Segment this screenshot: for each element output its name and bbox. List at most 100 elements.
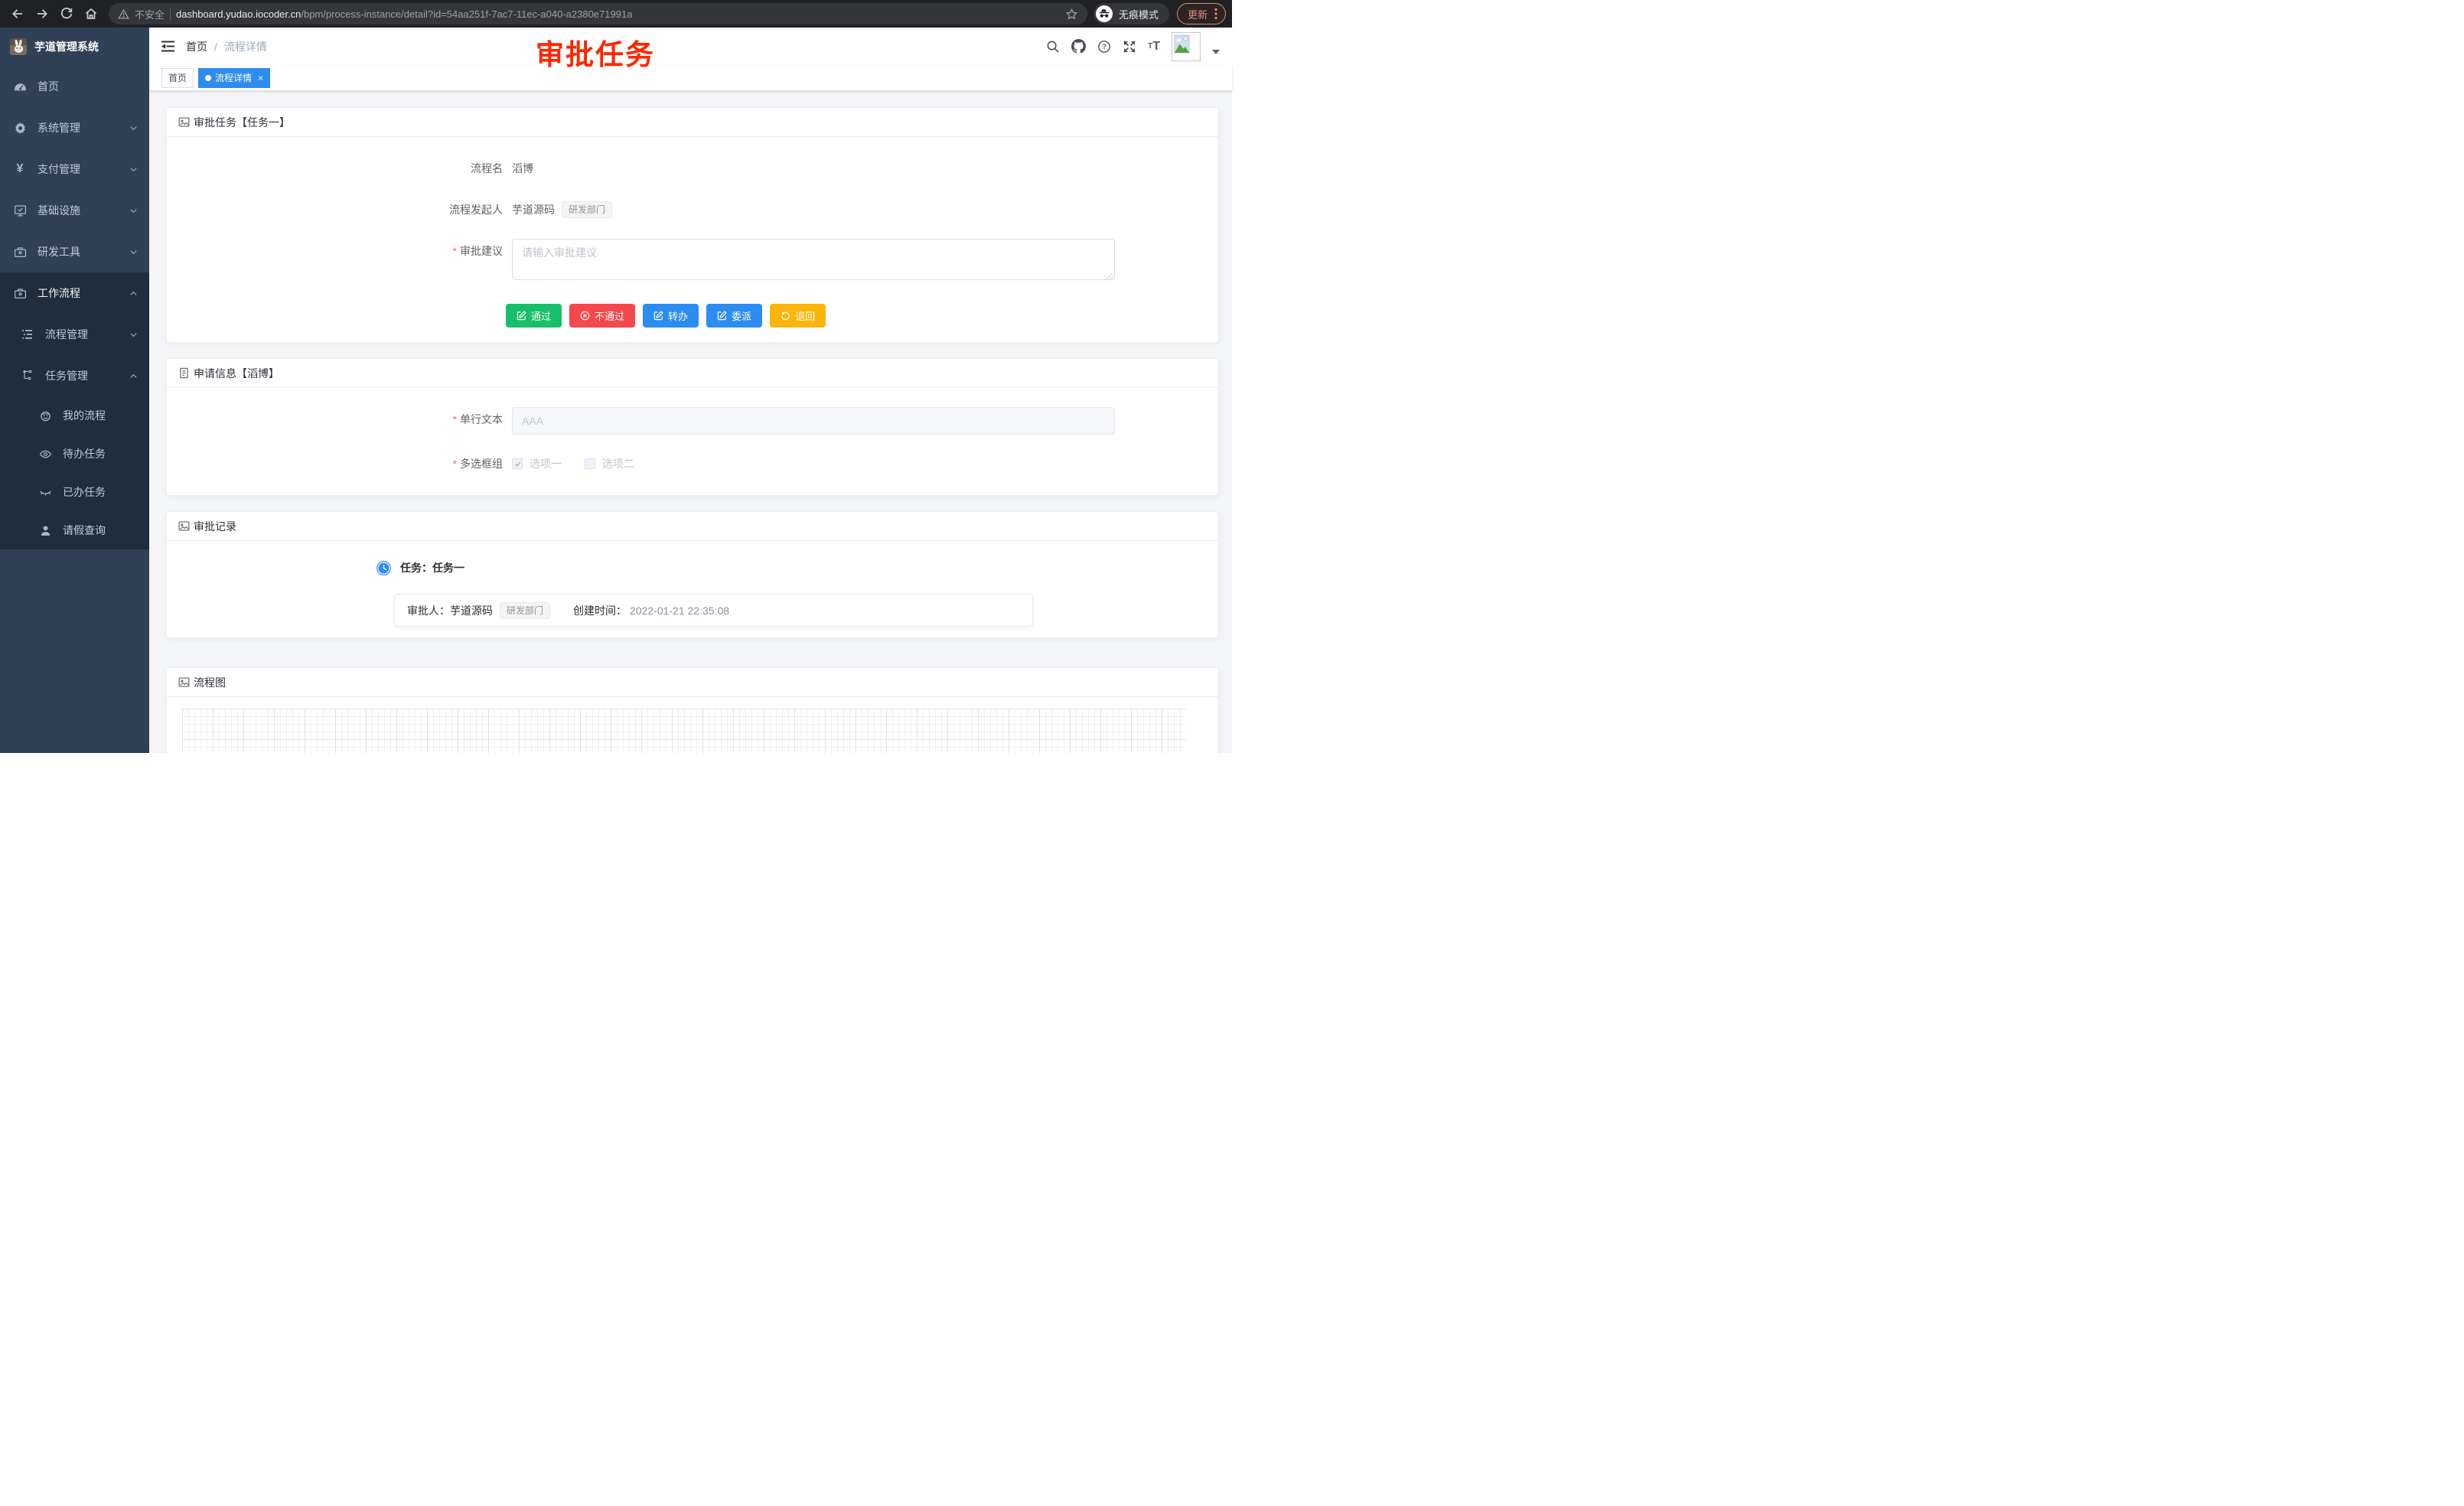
breadcrumb: 首页 / 流程详情 <box>186 39 267 54</box>
browser-reload-button[interactable] <box>55 2 78 25</box>
sidebar-item-infra[interactable]: 基础设施 <box>0 190 149 231</box>
sidebar-item-label: 请假查询 <box>63 523 106 538</box>
url-text: dashboard.yudao.iocoder.cn/bpm/process-i… <box>176 8 632 20</box>
sidebar-item-workflow[interactable]: 工作流程 <box>0 272 149 314</box>
dashboard-icon <box>11 80 28 93</box>
app-logo <box>10 38 27 55</box>
single-text-row: 单行文本 <box>182 407 1203 435</box>
close-icon[interactable]: × <box>258 73 263 83</box>
search-icon[interactable] <box>1046 40 1060 54</box>
tag-label: 首页 <box>168 71 187 84</box>
sidebar-item-home[interactable]: 首页 <box>0 66 149 107</box>
create-time-value: 2022-01-21 22:35:08 <box>630 605 729 617</box>
starter-value: 芋道源码 <box>512 197 555 222</box>
browser-home-button[interactable] <box>80 2 103 25</box>
question-icon[interactable]: ? <box>1097 40 1111 54</box>
approver-label: 审批人： <box>407 603 450 618</box>
url-divider <box>170 8 171 20</box>
update-button[interactable]: 更新 <box>1177 3 1226 24</box>
approval-comment-input[interactable] <box>512 239 1115 280</box>
process-diagram-card: 流程图 <box>166 667 1219 753</box>
annotation-text: 审批任务 <box>536 31 655 73</box>
chevron-up-icon <box>129 372 138 380</box>
browser-back-button[interactable] <box>6 2 29 25</box>
picture-icon <box>178 116 190 128</box>
checkbox-option-2: 选项二 <box>585 456 634 471</box>
tag-label: 流程详情 <box>215 71 252 84</box>
field-label: 审批建议 <box>182 239 512 263</box>
field-label: 流程发起人 <box>182 197 512 222</box>
card-title: 申请信息【滔博】 <box>194 366 279 381</box>
approval-task-card: 审批任务【任务一】 流程名 滔博 流程发起人 芋道源码 研发部门 <box>166 107 1219 343</box>
approval-actions: 通过 不通过 转办 委派 <box>506 301 1203 334</box>
checkbox-checked-icon <box>512 458 523 469</box>
fullscreen-icon[interactable] <box>1123 40 1136 54</box>
sidebar-item-process-mgmt[interactable]: 流程管理 <box>0 314 149 355</box>
dept-tag: 研发部门 <box>500 602 550 619</box>
process-name-row: 流程名 滔博 <box>182 156 1203 181</box>
incognito-badge: 无痕模式 <box>1093 3 1169 24</box>
sidebar-item-devtools[interactable]: 研发工具 <box>0 231 149 272</box>
field-label: 单行文本 <box>182 407 512 432</box>
sidebar-item-system[interactable]: 系统管理 <box>0 107 149 148</box>
picture-icon <box>178 676 190 688</box>
avatar[interactable] <box>1172 32 1201 61</box>
address-bar[interactable]: 不安全 dashboard.yudao.iocoder.cn/bpm/proce… <box>109 3 1087 24</box>
sidebar-item-task-mgmt[interactable]: 任务管理 <box>0 355 149 396</box>
browser-forward-button[interactable] <box>31 2 54 25</box>
toolbox-icon <box>11 287 28 300</box>
eye-closed-icon <box>37 486 54 499</box>
tag-home[interactable]: 首页 <box>161 68 194 88</box>
sidebar-item-label: 工作流程 <box>37 285 80 301</box>
reject-button[interactable]: 不通过 <box>569 304 635 328</box>
delegate-button[interactable]: 委派 <box>706 304 762 328</box>
record-detail-box: 审批人： 芋道源码 研发部门 创建时间： 2022-01-21 22:35:08 <box>394 594 1033 627</box>
sidebar-item-label: 首页 <box>37 79 59 94</box>
font-size-icon[interactable]: TT <box>1148 40 1160 54</box>
sidebar-item-my-process[interactable]: 我的流程 <box>0 396 149 435</box>
sidebar-item-label: 已办任务 <box>63 484 106 500</box>
incognito-icon <box>1096 5 1113 22</box>
sidebar: 芋道管理系统 首页 系统管理 ¥ 支付管理 基础设施 <box>0 28 149 753</box>
approver-name: 芋道源码 <box>450 603 493 618</box>
card-title: 审批记录 <box>194 519 236 534</box>
single-text-input <box>512 407 1115 435</box>
sidebar-item-pay[interactable]: ¥ 支付管理 <box>0 148 149 190</box>
sidebar-item-label: 流程管理 <box>45 327 88 342</box>
caret-down-icon[interactable] <box>1212 50 1220 54</box>
tree-icon <box>19 370 36 382</box>
card-header: 申请信息【滔博】 <box>167 359 1218 388</box>
approve-button[interactable]: 通过 <box>506 304 562 328</box>
sidebar-item-label: 研发工具 <box>37 244 80 259</box>
breadcrumb-current: 流程详情 <box>224 39 267 54</box>
sidebar-item-done-tasks[interactable]: 已办任务 <box>0 473 149 511</box>
gear-icon <box>11 122 28 135</box>
app-logo-row[interactable]: 芋道管理系统 <box>0 28 149 66</box>
sidebar-item-label: 基础设施 <box>37 203 80 218</box>
resize-handle[interactable] <box>1106 273 1113 280</box>
tag-process-detail[interactable]: 流程详情 × <box>198 68 270 88</box>
chevron-down-icon <box>129 165 138 174</box>
list-tree-icon <box>19 328 36 341</box>
chevron-down-icon <box>129 248 138 256</box>
approval-record-card: 审批记录 任务：任务一 审批人： 芋道源码 研发部门 创建时间： 202 <box>166 511 1219 638</box>
warning-icon <box>118 8 129 20</box>
checkbox-option-1: 选项一 <box>512 456 562 471</box>
browser-menu-icon[interactable] <box>1214 8 1217 20</box>
return-button[interactable]: 退回 <box>770 304 826 328</box>
create-time-label: 创建时间： <box>573 603 627 618</box>
sidebar-item-todo-tasks[interactable]: 待办任务 <box>0 435 149 473</box>
github-icon[interactable] <box>1071 39 1086 54</box>
breadcrumb-home[interactable]: 首页 <box>186 39 207 54</box>
bookmark-star-icon[interactable] <box>1065 8 1078 21</box>
sidebar-item-label: 我的流程 <box>63 408 106 423</box>
sidebar-item-label: 任务管理 <box>45 368 88 383</box>
breadcrumb-separator: / <box>214 41 217 53</box>
transfer-button[interactable]: 转办 <box>643 304 699 328</box>
card-header: 审批记录 <box>167 512 1218 541</box>
chevron-up-icon <box>129 289 138 298</box>
card-title: 审批任务【任务一】 <box>194 115 290 130</box>
bpmn-grid-canvas[interactable] <box>182 709 1186 753</box>
hamburger-icon[interactable] <box>161 41 174 52</box>
sidebar-item-leave-query[interactable]: 请假查询 <box>0 511 149 549</box>
